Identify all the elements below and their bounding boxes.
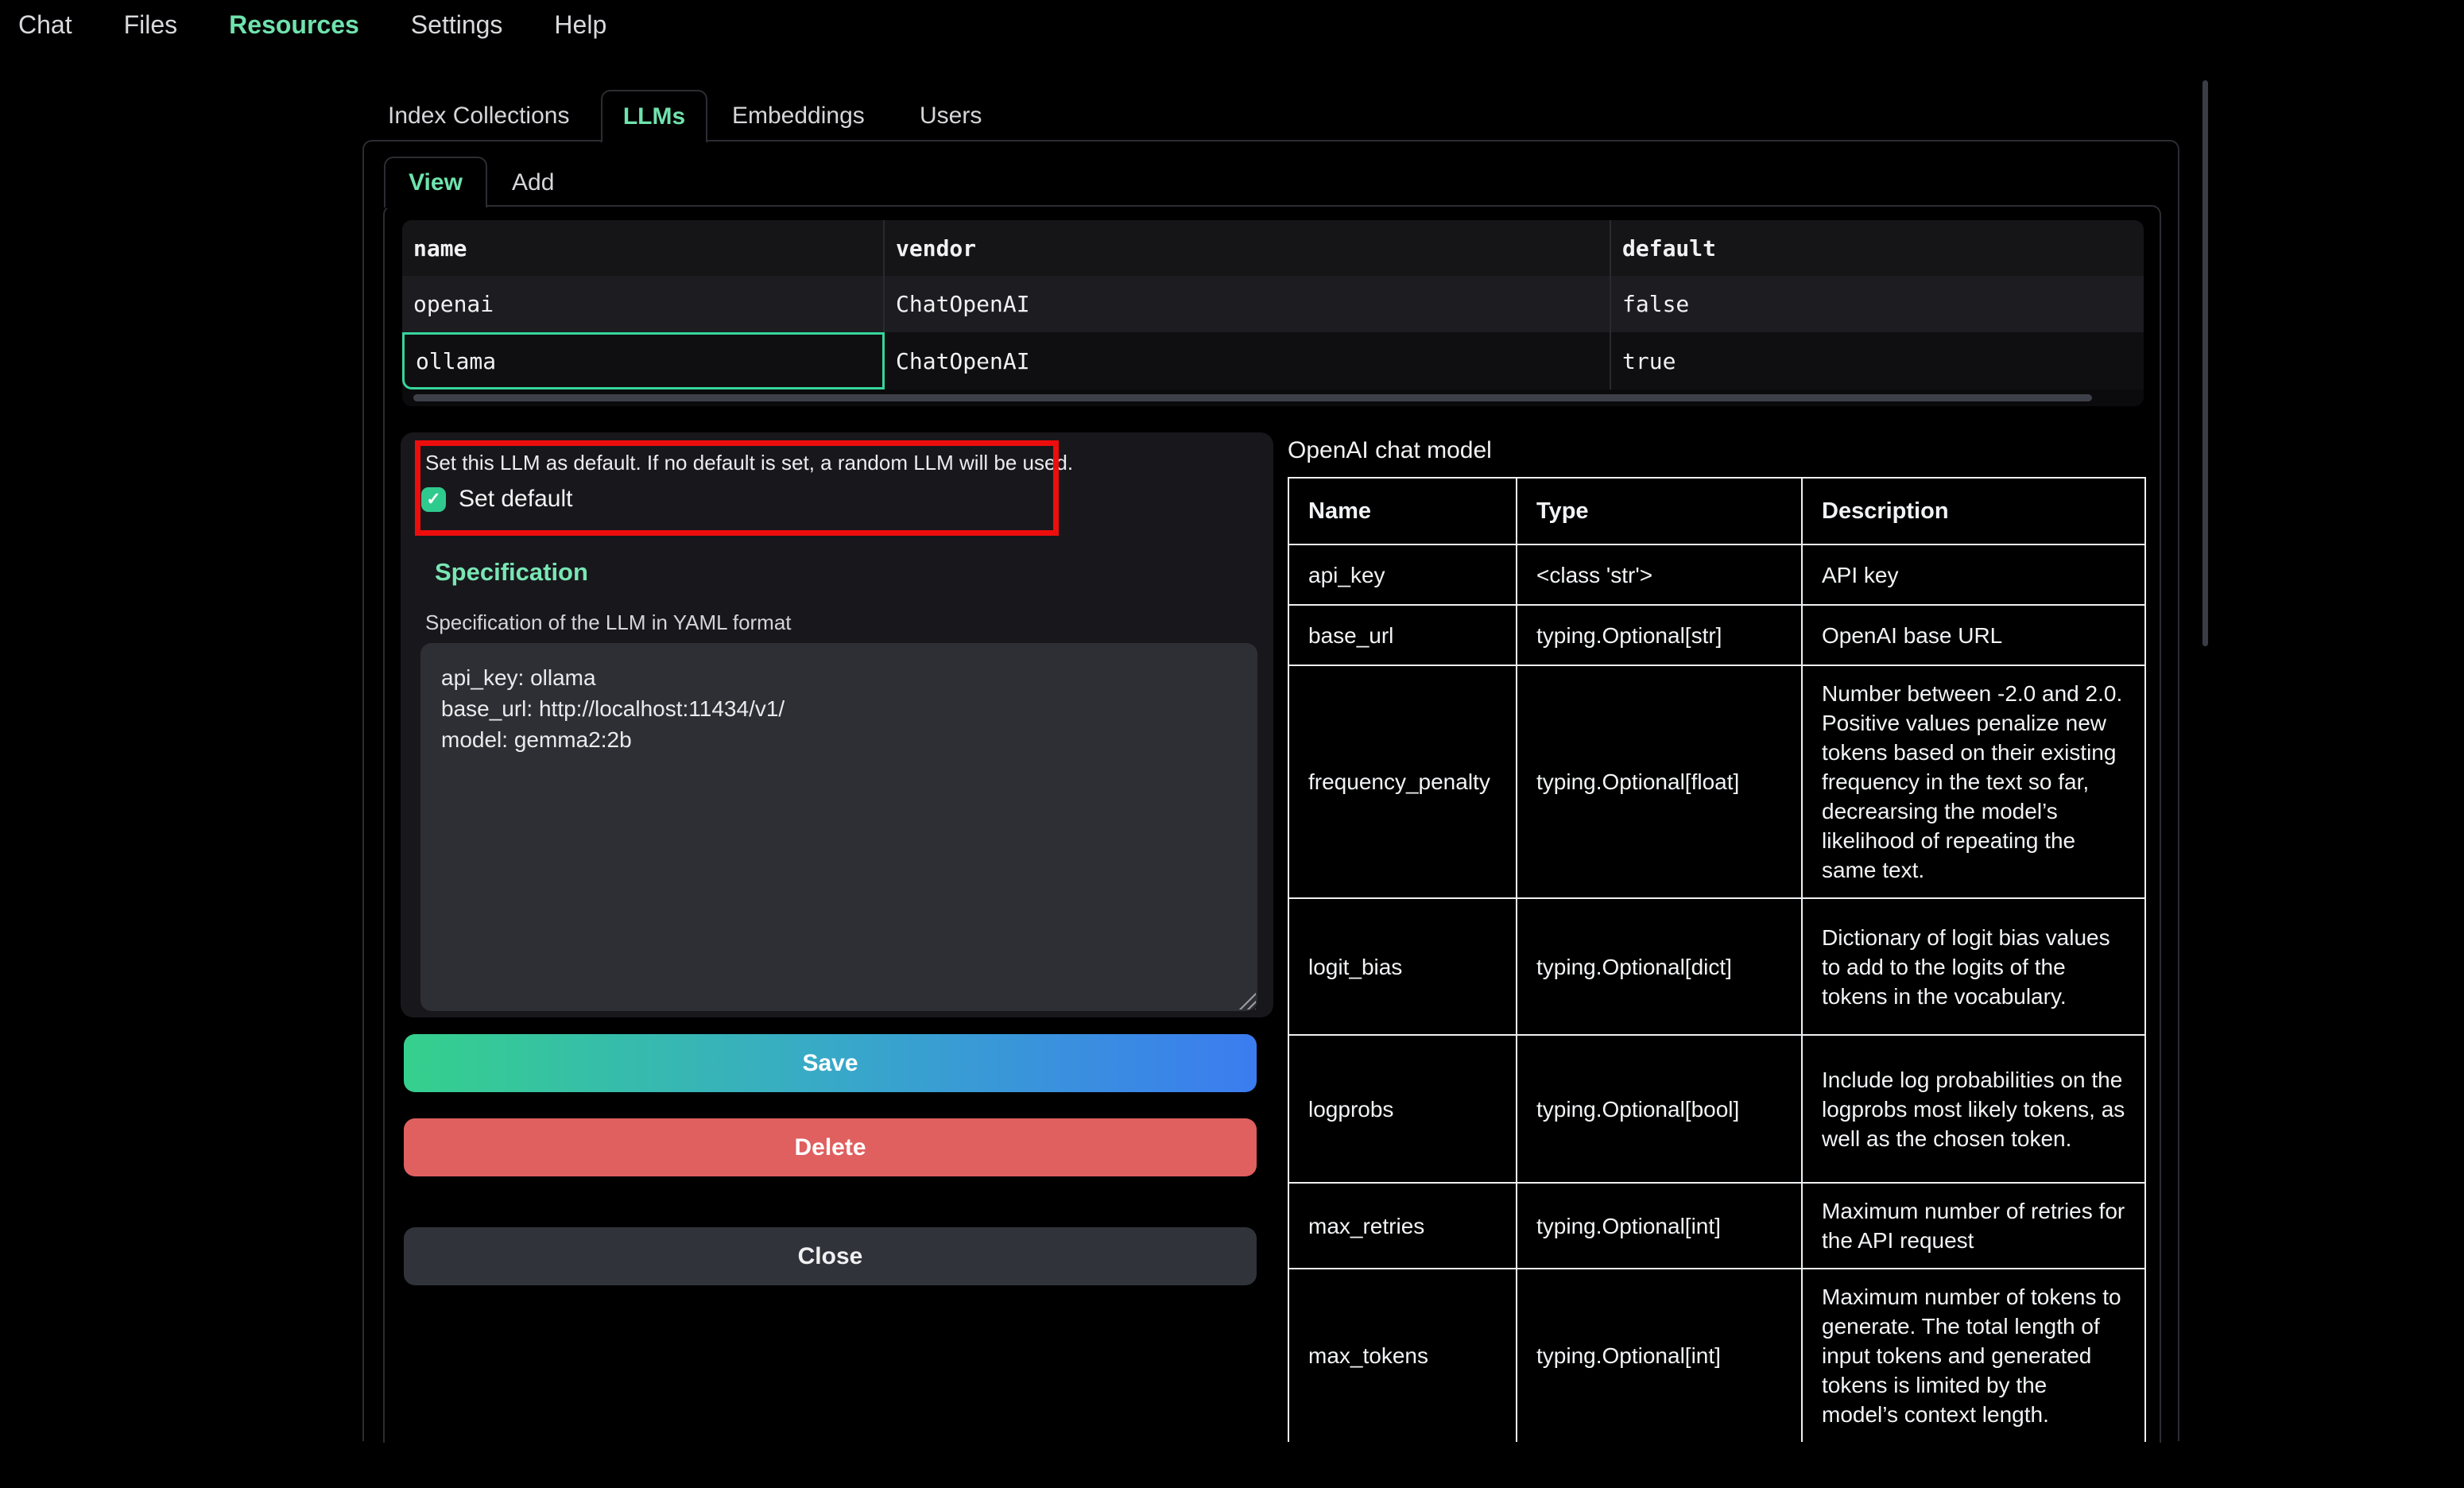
set-default-note: Set this LLM as default. If no default i…: [425, 451, 1053, 475]
param-type: typing.Optional[dict]: [1517, 898, 1802, 1035]
close-button[interactable]: Close: [404, 1227, 1257, 1285]
delete-button[interactable]: Delete: [404, 1118, 1257, 1176]
llm-col-vendor: vendor: [885, 220, 1611, 276]
param-description: OpenAI base URL: [1802, 605, 2145, 665]
table-row: logit_bias typing.Optional[dict] Diction…: [1288, 898, 2145, 1035]
llm-row-openai[interactable]: openai ChatOpenAI false: [402, 276, 2144, 332]
model-info-table: Name Type Description api_key <class 'st…: [1288, 477, 2146, 1442]
param-description: Number between -2.0 and 2.0. Positive va…: [1802, 665, 2145, 898]
param-name: max_retries: [1288, 1183, 1517, 1269]
model-col-name: Name: [1288, 478, 1517, 544]
top-nav: Chat Files Resources Settings Help: [0, 0, 606, 49]
llms-tab-panel: View Add name vendor default openai Chat…: [362, 140, 2179, 1441]
subtab-view[interactable]: View: [384, 157, 487, 208]
save-button[interactable]: Save: [404, 1034, 1257, 1092]
llm-cell-name[interactable]: openai: [402, 276, 885, 332]
param-description: API key: [1802, 544, 2145, 605]
param-type: typing.Optional[int]: [1517, 1269, 1802, 1442]
param-name: logprobs: [1288, 1035, 1517, 1183]
page-scrollbar-thumb[interactable]: [2202, 80, 2208, 646]
app-root: Chat Files Resources Settings Help Index…: [0, 0, 2464, 1488]
nav-item-chat[interactable]: Chat: [18, 10, 72, 40]
param-name: logit_bias: [1288, 898, 1517, 1035]
model-info-table-wrapper: Name Type Description api_key <class 'st…: [1288, 477, 2149, 1442]
llm-row-ollama[interactable]: ollama ChatOpenAI true: [402, 332, 2144, 389]
llm-table-hscrollbar-track: [402, 389, 2144, 406]
set-default-row: ✓ Set default: [421, 486, 572, 513]
specification-yaml-textarea[interactable]: api_key: ollama base_url: http://localho…: [420, 643, 1257, 1011]
subtab-add[interactable]: Add: [512, 157, 554, 208]
llm-table-header: name vendor default: [402, 220, 2144, 276]
nav-item-resources[interactable]: Resources: [229, 10, 359, 40]
param-type: typing.Optional[bool]: [1517, 1035, 1802, 1183]
tab-index-collections[interactable]: Index Collections: [388, 90, 569, 141]
model-col-type: Type: [1517, 478, 1802, 544]
param-name: frequency_penalty: [1288, 665, 1517, 898]
llm-cell-vendor[interactable]: ChatOpenAI: [885, 276, 1611, 332]
specification-heading: Specification: [435, 558, 588, 587]
tab-embeddings[interactable]: Embeddings: [732, 90, 865, 141]
view-add-tabs: View Add: [385, 157, 2160, 208]
llm-cell-name-selected[interactable]: ollama: [402, 332, 885, 389]
llm-table-hscrollbar-thumb[interactable]: [413, 394, 2092, 401]
tab-llms[interactable]: LLMs: [601, 90, 707, 143]
param-name: max_tokens: [1288, 1269, 1517, 1442]
model-table-header-row: Name Type Description: [1288, 478, 2145, 544]
set-default-checkbox[interactable]: ✓: [421, 487, 446, 512]
llm-cell-default[interactable]: true: [1611, 332, 2144, 389]
param-description: Include log probabilities on the logprob…: [1802, 1035, 2145, 1183]
llm-detail-card: Set this LLM as default. If no default i…: [401, 432, 1273, 1017]
param-type: typing.Optional[str]: [1517, 605, 1802, 665]
model-col-description: Description: [1802, 478, 2145, 544]
param-type: <class 'str'>: [1517, 544, 1802, 605]
llm-col-name: name: [402, 220, 885, 276]
specification-description: Specification of the LLM in YAML format: [425, 610, 792, 635]
table-row: api_key <class 'str'> API key: [1288, 544, 2145, 605]
checkmark-icon: ✓: [426, 489, 440, 510]
llm-cell-default[interactable]: false: [1611, 276, 2144, 332]
param-type: typing.Optional[int]: [1517, 1183, 1802, 1269]
set-default-label[interactable]: Set default: [459, 486, 572, 513]
tab-users[interactable]: Users: [920, 90, 982, 141]
model-info-title: OpenAI chat model: [1288, 437, 1492, 464]
nav-item-help[interactable]: Help: [554, 10, 606, 40]
llm-cell-vendor[interactable]: ChatOpenAI: [885, 332, 1611, 389]
param-description: Maximum number of retries for the API re…: [1802, 1183, 2145, 1269]
resource-tabs: Index Collections LLMs Embeddings Users: [362, 90, 2179, 141]
view-tab-panel: View Add name vendor default openai Chat…: [383, 205, 2161, 1443]
param-type: typing.Optional[float]: [1517, 665, 1802, 898]
param-description: Maximum number of tokens to generate. Th…: [1802, 1269, 2145, 1442]
table-row: logprobs typing.Optional[bool] Include l…: [1288, 1035, 2145, 1183]
param-description: Dictionary of logit bias values to add t…: [1802, 898, 2145, 1035]
table-row: max_retries typing.Optional[int] Maximum…: [1288, 1183, 2145, 1269]
llm-list-table: name vendor default openai ChatOpenAI fa…: [402, 220, 2144, 406]
param-name: base_url: [1288, 605, 1517, 665]
table-row: base_url typing.Optional[str] OpenAI bas…: [1288, 605, 2145, 665]
nav-item-settings[interactable]: Settings: [411, 10, 503, 40]
param-name: api_key: [1288, 544, 1517, 605]
table-row: max_tokens typing.Optional[int] Maximum …: [1288, 1269, 2145, 1442]
table-row: frequency_penalty typing.Optional[float]…: [1288, 665, 2145, 898]
llm-col-default: default: [1611, 220, 2144, 276]
nav-item-files[interactable]: Files: [124, 10, 178, 40]
